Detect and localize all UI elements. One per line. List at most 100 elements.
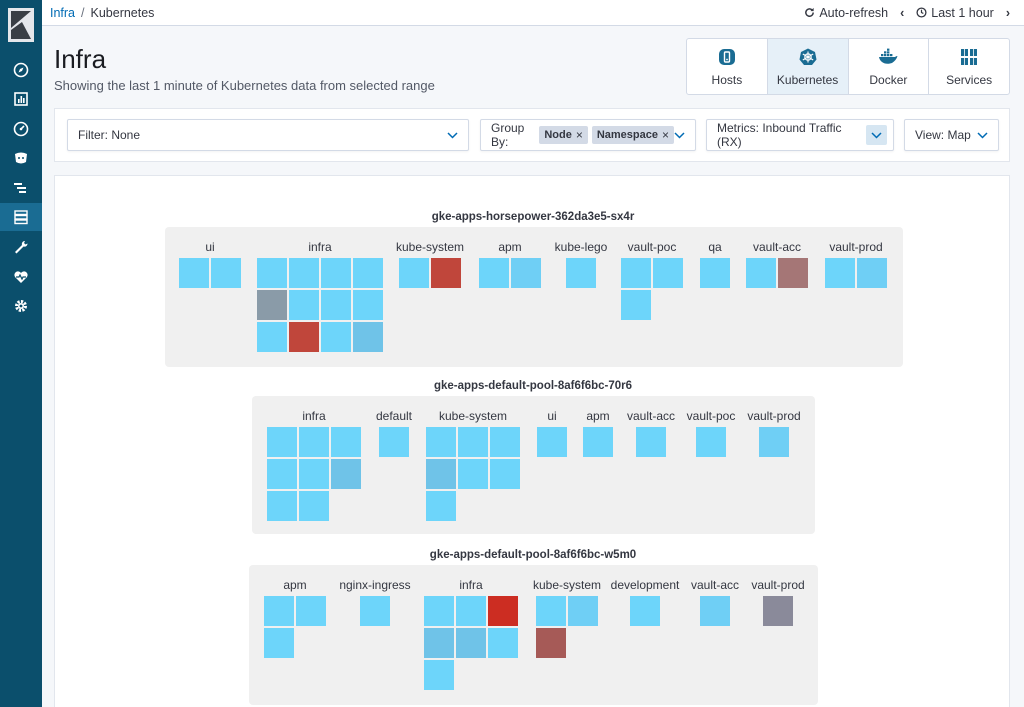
pod-cell[interactable] xyxy=(456,596,486,626)
pod-cell[interactable] xyxy=(426,491,456,521)
pod-cell[interactable] xyxy=(568,596,598,626)
tab-hosts[interactable]: Hosts xyxy=(687,39,768,94)
group-by-dropdown[interactable]: Group By: Node × Namespace × xyxy=(480,119,696,151)
pod-cell[interactable] xyxy=(621,290,651,320)
visualize-icon[interactable] xyxy=(0,85,42,113)
pod-cell[interactable] xyxy=(267,427,297,457)
pod-cell[interactable] xyxy=(353,290,383,320)
pod-cell[interactable] xyxy=(257,290,287,320)
time-picker-button[interactable]: Last 1 hour xyxy=(916,6,994,20)
pod-cell[interactable] xyxy=(299,427,329,457)
dev-tools-icon[interactable] xyxy=(0,233,42,261)
apm-icon[interactable] xyxy=(0,174,42,202)
pod-cell[interactable] xyxy=(488,596,518,626)
pod-cell[interactable] xyxy=(179,258,209,288)
discover-icon[interactable] xyxy=(0,56,42,84)
namespace-label[interactable]: vault-prod xyxy=(714,409,834,423)
filter-dropdown[interactable]: Filter: None xyxy=(67,119,469,151)
pod-cell[interactable] xyxy=(488,628,518,658)
remove-chip-icon[interactable]: × xyxy=(662,128,669,142)
management-gear-icon[interactable] xyxy=(0,292,42,320)
pod-cell[interactable] xyxy=(331,459,361,489)
pod-cell[interactable] xyxy=(321,258,351,288)
pod-cell[interactable] xyxy=(321,290,351,320)
pod-cell[interactable] xyxy=(583,427,613,457)
pod-cell[interactable] xyxy=(458,427,488,457)
pod-cell[interactable] xyxy=(424,628,454,658)
namespace-label[interactable]: vault-prod xyxy=(796,240,916,254)
pod-cell[interactable] xyxy=(257,258,287,288)
pod-cell[interactable] xyxy=(621,258,651,288)
pod-cell[interactable] xyxy=(536,596,566,626)
pod-cell[interactable] xyxy=(537,427,567,457)
pod-cell[interactable] xyxy=(759,427,789,457)
pod-cell[interactable] xyxy=(321,322,351,352)
pod-cell[interactable] xyxy=(424,660,454,690)
pod-cell[interactable] xyxy=(696,427,726,457)
infrastructure-icon[interactable] xyxy=(0,203,42,231)
time-back-chevron-icon[interactable]: ‹ xyxy=(896,6,908,20)
monitoring-icon[interactable] xyxy=(0,263,42,291)
pod-cell[interactable] xyxy=(456,628,486,658)
pod-cell[interactable] xyxy=(630,596,660,626)
namespace-label[interactable]: vault-prod xyxy=(718,578,838,592)
namespace-label[interactable]: infra xyxy=(260,240,380,254)
breadcrumb-infra-link[interactable]: Infra xyxy=(50,6,75,20)
pod-cell[interactable] xyxy=(746,258,776,288)
pod-cell[interactable] xyxy=(211,258,241,288)
node-title[interactable]: gke-apps-default-pool-8af6f6bc-w5m0 xyxy=(55,549,1011,561)
pod-cell[interactable] xyxy=(399,258,429,288)
pod-cell[interactable] xyxy=(299,459,329,489)
pod-cell[interactable] xyxy=(296,596,326,626)
pod-cell[interactable] xyxy=(289,258,319,288)
dashboard-icon[interactable] xyxy=(0,115,42,143)
pod-cell[interactable] xyxy=(257,322,287,352)
node-title[interactable]: gke-apps-default-pool-8af6f6bc-70r6 xyxy=(55,380,1011,392)
pod-cell[interactable] xyxy=(379,427,409,457)
pod-cell[interactable] xyxy=(653,258,683,288)
pod-cell[interactable] xyxy=(353,258,383,288)
tab-kubernetes[interactable]: Kubernetes xyxy=(767,39,849,94)
group-by-chip-node[interactable]: Node × xyxy=(539,126,588,144)
pod-cell[interactable] xyxy=(458,459,488,489)
group-by-chip-namespace[interactable]: Namespace × xyxy=(591,126,674,144)
pod-cell[interactable] xyxy=(857,258,887,288)
pod-cell[interactable] xyxy=(289,290,319,320)
node-title[interactable]: gke-apps-horsepower-362da3e5-sx4r xyxy=(55,211,1011,223)
pod-cell[interactable] xyxy=(360,596,390,626)
view-dropdown[interactable]: View: Map xyxy=(904,119,999,151)
pod-cell[interactable] xyxy=(636,427,666,457)
pod-cell[interactable] xyxy=(778,258,808,288)
tab-services[interactable]: Services xyxy=(929,39,1009,94)
pod-cell[interactable] xyxy=(490,427,520,457)
auto-refresh-button[interactable]: Auto-refresh xyxy=(804,6,888,20)
pod-cell[interactable] xyxy=(424,596,454,626)
pod-cell[interactable] xyxy=(479,258,509,288)
remove-chip-icon[interactable]: × xyxy=(576,128,583,142)
pod-cell[interactable] xyxy=(426,427,456,457)
pod-cell[interactable] xyxy=(299,491,329,521)
tab-docker[interactable]: Docker xyxy=(849,39,930,94)
pod-cell[interactable] xyxy=(825,258,855,288)
pod-cell[interactable] xyxy=(264,596,294,626)
pod-cell[interactable] xyxy=(490,459,520,489)
pod-cell[interactable] xyxy=(700,596,730,626)
pod-cell[interactable] xyxy=(431,258,461,288)
time-forward-chevron-icon[interactable]: › xyxy=(1002,6,1014,20)
pod-cell[interactable] xyxy=(763,596,793,626)
metrics-dropdown[interactable]: Metrics: Inbound Traffic (RX) xyxy=(706,119,894,151)
pod-cell[interactable] xyxy=(331,427,361,457)
pod-cell[interactable] xyxy=(267,491,297,521)
pod-cell[interactable] xyxy=(264,628,294,658)
pod-cell[interactable] xyxy=(267,459,297,489)
pod-cell[interactable] xyxy=(289,322,319,352)
pod-cell[interactable] xyxy=(511,258,541,288)
timelion-icon[interactable] xyxy=(0,144,42,172)
pod-cell[interactable] xyxy=(353,322,383,352)
namespace-label[interactable]: ui xyxy=(150,240,270,254)
pod-cell[interactable] xyxy=(426,459,456,489)
pod-cell[interactable] xyxy=(536,628,566,658)
pod-cell[interactable] xyxy=(700,258,730,288)
pod-cell[interactable] xyxy=(566,258,596,288)
kibana-logo[interactable] xyxy=(8,8,34,42)
